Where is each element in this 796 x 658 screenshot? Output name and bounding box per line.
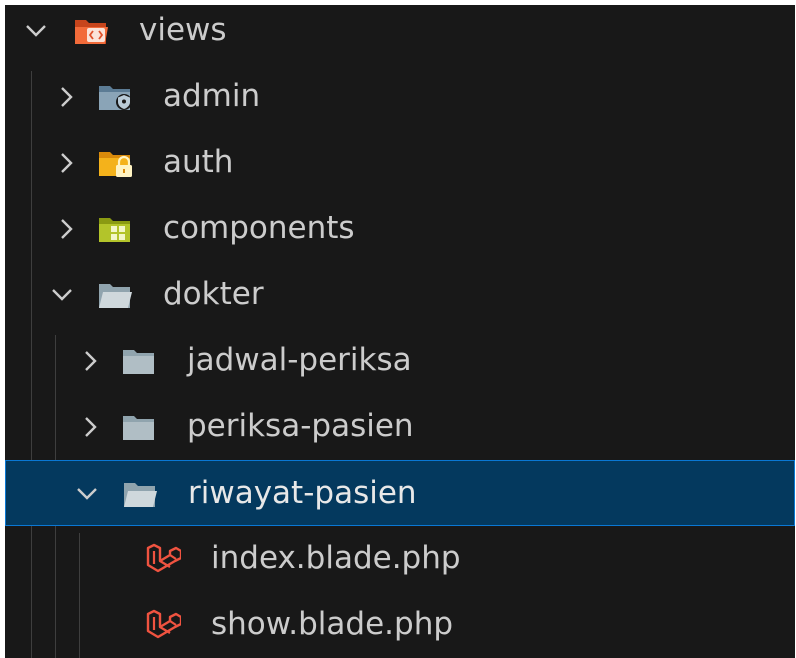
folder-open-icon xyxy=(124,483,157,507)
chevron-right-icon[interactable] xyxy=(53,215,81,243)
admin-folder-icon xyxy=(99,86,132,110)
tree-item-label: riwayat-pasien xyxy=(188,475,417,511)
tree-item-label: views xyxy=(139,12,227,48)
tree-item-admin[interactable]: admin xyxy=(5,64,795,130)
tree-item-label: index.blade.php xyxy=(211,540,461,576)
tree-item-label: jadwal-periksa xyxy=(187,342,412,378)
tree-item-label: auth xyxy=(163,144,234,180)
tree-item-auth[interactable]: auth xyxy=(5,130,795,196)
laravel-blade-icon xyxy=(146,609,181,639)
tree-item-jadwal-periksa[interactable]: jadwal-periksa xyxy=(5,328,795,394)
views-folder-open-icon xyxy=(75,20,108,44)
laravel-blade-icon xyxy=(146,543,181,573)
chevron-right-icon[interactable] xyxy=(77,413,105,441)
tree-item-label: admin xyxy=(163,78,261,114)
tree-item-dokter[interactable]: dokter xyxy=(5,262,795,328)
explorer-tree: views admin auth components dokter jadwa… xyxy=(5,5,795,658)
components-folder-icon xyxy=(99,218,130,242)
tree-item-show-blade-php[interactable]: show.blade.php xyxy=(5,592,795,658)
tree-item-label: periksa-pasien xyxy=(187,408,414,444)
chevron-right-icon[interactable] xyxy=(53,149,81,177)
tree-item-components[interactable]: components xyxy=(5,196,795,262)
chevron-down-icon[interactable] xyxy=(22,17,50,45)
chevron-down-icon[interactable] xyxy=(48,281,76,309)
folder-open-icon xyxy=(99,284,132,308)
tree-item-label: components xyxy=(163,210,355,246)
tree-item-views[interactable]: views xyxy=(5,5,795,64)
chevron-down-icon[interactable] xyxy=(73,480,101,508)
tree-item-periksa-pasien[interactable]: periksa-pasien xyxy=(5,394,795,460)
tree-item-index-blade-php[interactable]: index.blade.php xyxy=(5,526,795,592)
auth-folder-icon xyxy=(99,152,132,177)
tree-item-label: show.blade.php xyxy=(211,606,454,642)
tree-item-riwayat-pasien[interactable]: riwayat-pasien xyxy=(5,460,795,526)
folder-icon xyxy=(123,416,154,440)
chevron-right-icon[interactable] xyxy=(53,83,81,111)
folder-icon xyxy=(123,350,154,374)
chevron-right-icon[interactable] xyxy=(77,347,105,375)
tree-item-label: dokter xyxy=(163,276,264,312)
